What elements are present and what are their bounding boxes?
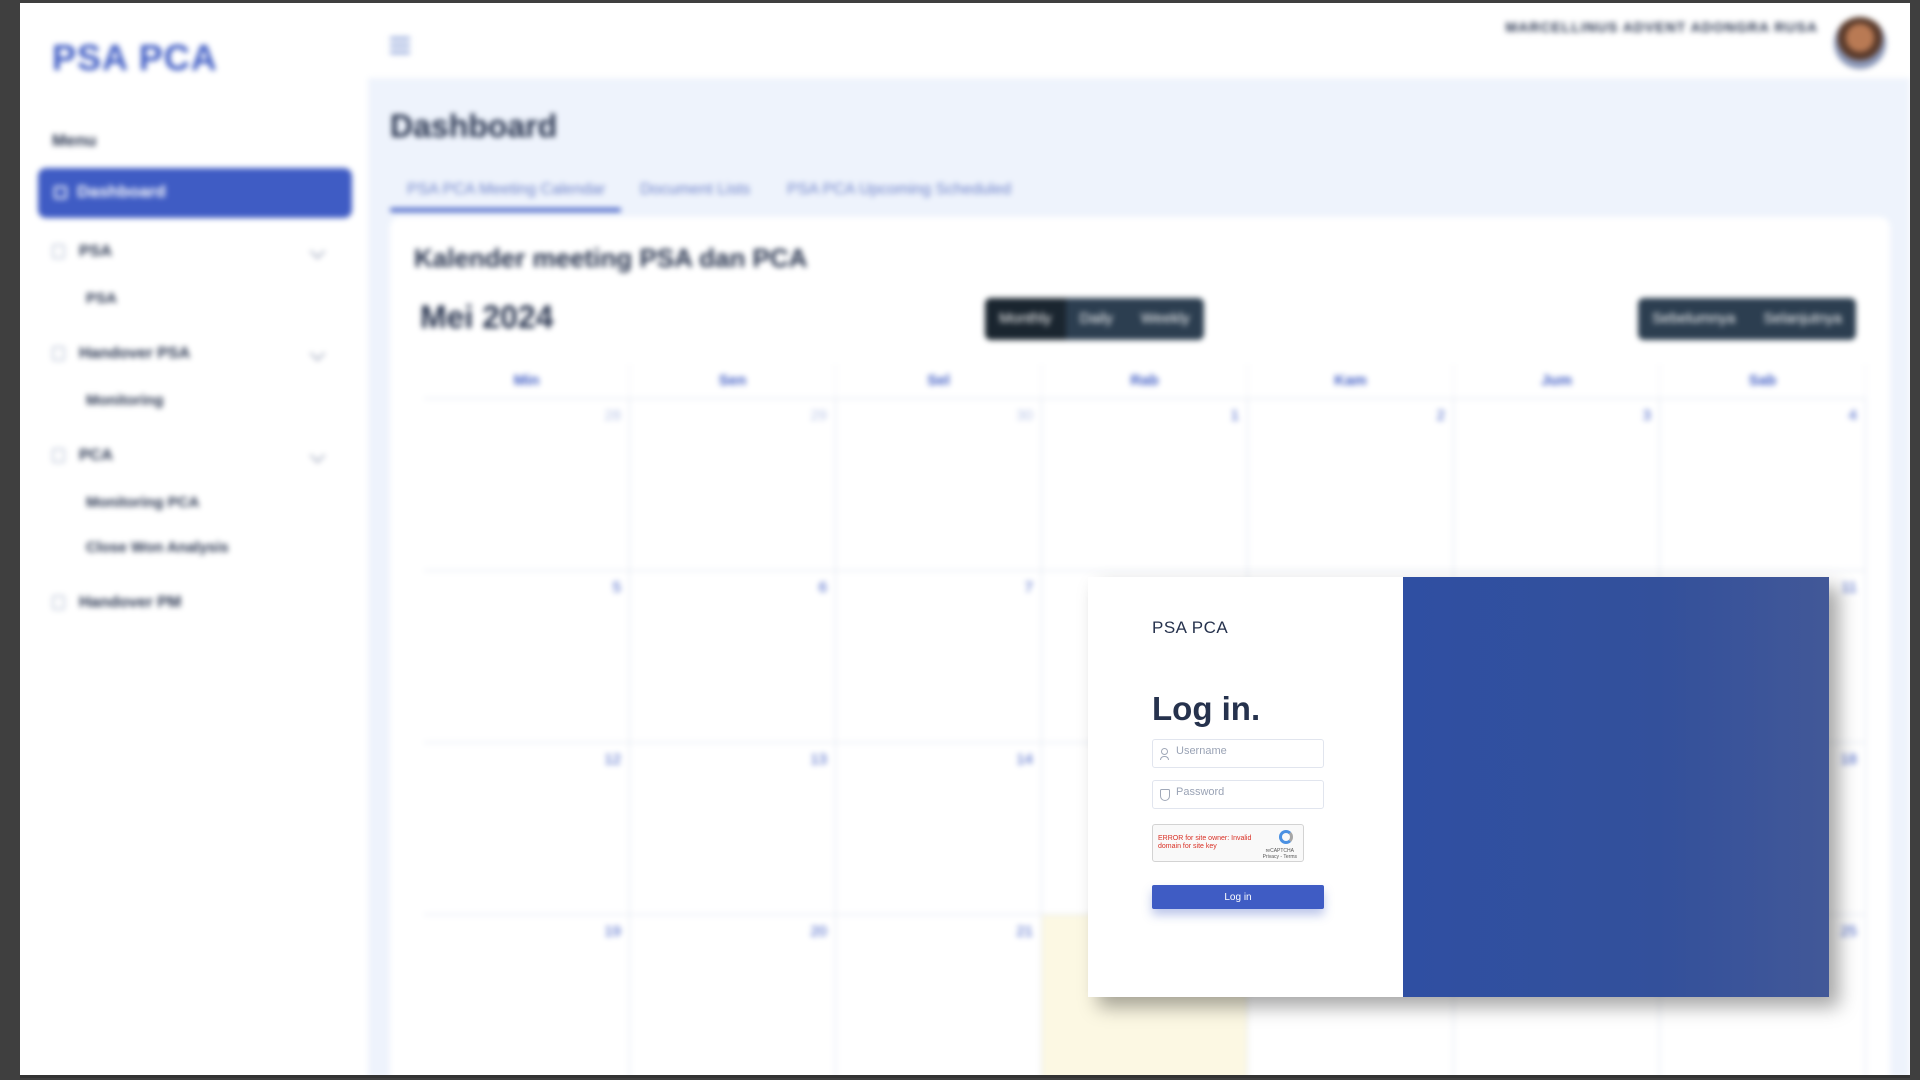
document-icon xyxy=(52,595,65,610)
weekday-label: Rab xyxy=(1042,364,1248,398)
login-button[interactable]: Log in xyxy=(1152,885,1324,909)
recaptcha-error-text: ERROR for site owner: Invalid domain for… xyxy=(1158,835,1252,850)
calendar-day-cell[interactable]: 30 xyxy=(836,399,1042,570)
tab-upcoming-scheduled[interactable]: PSA PCA Upcoming Scheduled xyxy=(787,181,1011,199)
username-field[interactable] xyxy=(1152,739,1324,768)
calendar-day-cell[interactable]: 12 xyxy=(424,743,630,914)
calendar-day-cell[interactable]: 20 xyxy=(630,915,836,1078)
calendar-day-cell[interactable]: 13 xyxy=(630,743,836,914)
chevron-down-icon[interactable] xyxy=(309,243,326,260)
calendar-day-cell[interactable]: 14 xyxy=(836,743,1042,914)
sidebar-subitem-psa[interactable]: PSA xyxy=(86,290,117,307)
view-daily-button[interactable]: Daily xyxy=(1066,298,1127,340)
calendar-day-cell[interactable]: 6 xyxy=(630,571,836,742)
password-input[interactable] xyxy=(1176,786,1316,798)
sidebar: PSA PCA Menu Dashboard PSA PSA Handover … xyxy=(20,3,368,1078)
view-monthly-button[interactable]: Monthly xyxy=(985,298,1066,340)
window-bottom-border xyxy=(20,1075,1910,1078)
page-title: Dashboard xyxy=(390,108,558,144)
calendar-day-cell[interactable]: 19 xyxy=(424,915,630,1078)
calendar-day-cell[interactable]: 1 xyxy=(1042,399,1248,570)
calendar-month-label: Mei 2024 xyxy=(420,299,554,335)
previous-month-button[interactable]: Sebelumnya xyxy=(1638,298,1749,340)
sidebar-subitem-monitoring-pca[interactable]: Monitoring PCA xyxy=(86,494,199,511)
calendar-day-cell[interactable]: 29 xyxy=(630,399,836,570)
weekday-label: Kam xyxy=(1248,364,1454,398)
document-icon xyxy=(52,346,65,361)
sidebar-group-handover-pm[interactable]: Handover PM xyxy=(52,594,181,612)
sidebar-subitem-monitoring[interactable]: Monitoring xyxy=(86,392,163,409)
sidebar-item-dashboard[interactable]: Dashboard xyxy=(38,168,352,218)
weekday-label: Sen xyxy=(630,364,836,398)
calendar-title: Kalender meeting PSA dan PCA xyxy=(414,243,808,273)
calendar-day-cell[interactable]: 2 xyxy=(1248,399,1454,570)
avatar[interactable] xyxy=(1834,17,1886,69)
chevron-down-icon[interactable] xyxy=(309,345,326,362)
weekday-label: Sab xyxy=(1660,364,1866,398)
calendar-nav-buttons: Sebelumnya Selanjutnya xyxy=(1638,298,1856,340)
sidebar-menu-label: Menu xyxy=(52,131,97,150)
dashboard-icon xyxy=(54,186,67,199)
calendar-weekday-header: Min Sen Sel Rab Kam Jum Sab xyxy=(424,364,1866,399)
login-title: Log in. xyxy=(1152,690,1261,727)
sidebar-item-label: Dashboard xyxy=(77,182,166,201)
document-icon xyxy=(52,244,65,259)
recaptcha-footer: reCAPTCHA Privacy - Terms xyxy=(1263,848,1297,860)
next-month-button[interactable]: Selanjutnya xyxy=(1749,298,1855,340)
weekday-label: Sel xyxy=(836,364,1042,398)
calendar-day-cell[interactable]: 4 xyxy=(1660,399,1866,570)
password-field[interactable] xyxy=(1152,780,1324,809)
calendar-day-cell[interactable]: 21 xyxy=(836,915,1042,1078)
sidebar-subitem-close-won-analysis[interactable]: Close Won Analysis xyxy=(86,539,229,556)
user-icon xyxy=(1160,748,1169,760)
sidebar-group-psa[interactable]: PSA xyxy=(52,243,112,261)
tab-document-lists[interactable]: Document Lists xyxy=(640,181,750,199)
login-modal: PSA PCA Log in. ERROR for site owner: In… xyxy=(1088,577,1829,997)
recaptcha-links[interactable]: Privacy - Terms xyxy=(1263,854,1297,860)
recaptcha-icon xyxy=(1279,830,1293,844)
view-weekly-button[interactable]: Weekly xyxy=(1127,298,1204,340)
sidebar-group-handover-psa[interactable]: Handover PSA xyxy=(52,345,190,363)
calendar-day-cell[interactable]: 7 xyxy=(836,571,1042,742)
sidebar-group-pca[interactable]: PCA xyxy=(52,447,113,465)
document-icon xyxy=(52,448,65,463)
hamburger-menu-icon[interactable] xyxy=(390,37,410,58)
calendar-day-cell[interactable]: 5 xyxy=(424,571,630,742)
recaptcha-widget[interactable]: ERROR for site owner: Invalid domain for… xyxy=(1152,824,1304,862)
weekday-label: Min xyxy=(424,364,630,398)
active-tab-indicator xyxy=(390,208,621,212)
calendar-day-cell[interactable]: 28 xyxy=(424,399,630,570)
calendar-week-row: 28 29 30 1 2 3 4 xyxy=(424,399,1866,571)
sidebar-brand-logo[interactable]: PSA PCA xyxy=(52,37,218,79)
chevron-down-icon[interactable] xyxy=(309,447,326,464)
username-input[interactable] xyxy=(1176,745,1316,757)
shield-icon xyxy=(1160,789,1170,801)
weekday-label: Jum xyxy=(1454,364,1660,398)
calendar-view-switcher: Monthly Daily Weekly xyxy=(985,298,1204,340)
login-brand: PSA PCA xyxy=(1152,618,1229,637)
login-decorative-panel xyxy=(1403,577,1829,997)
header-username[interactable]: MARCELLINUS ADVENT ADONGRA RUSA xyxy=(1505,19,1818,35)
tab-meeting-calendar[interactable]: PSA PCA Meeting Calendar xyxy=(407,181,605,199)
calendar-day-cell[interactable]: 3 xyxy=(1454,399,1660,570)
app-screen: PSA PCA Menu Dashboard PSA PSA Handover … xyxy=(20,3,1910,1078)
